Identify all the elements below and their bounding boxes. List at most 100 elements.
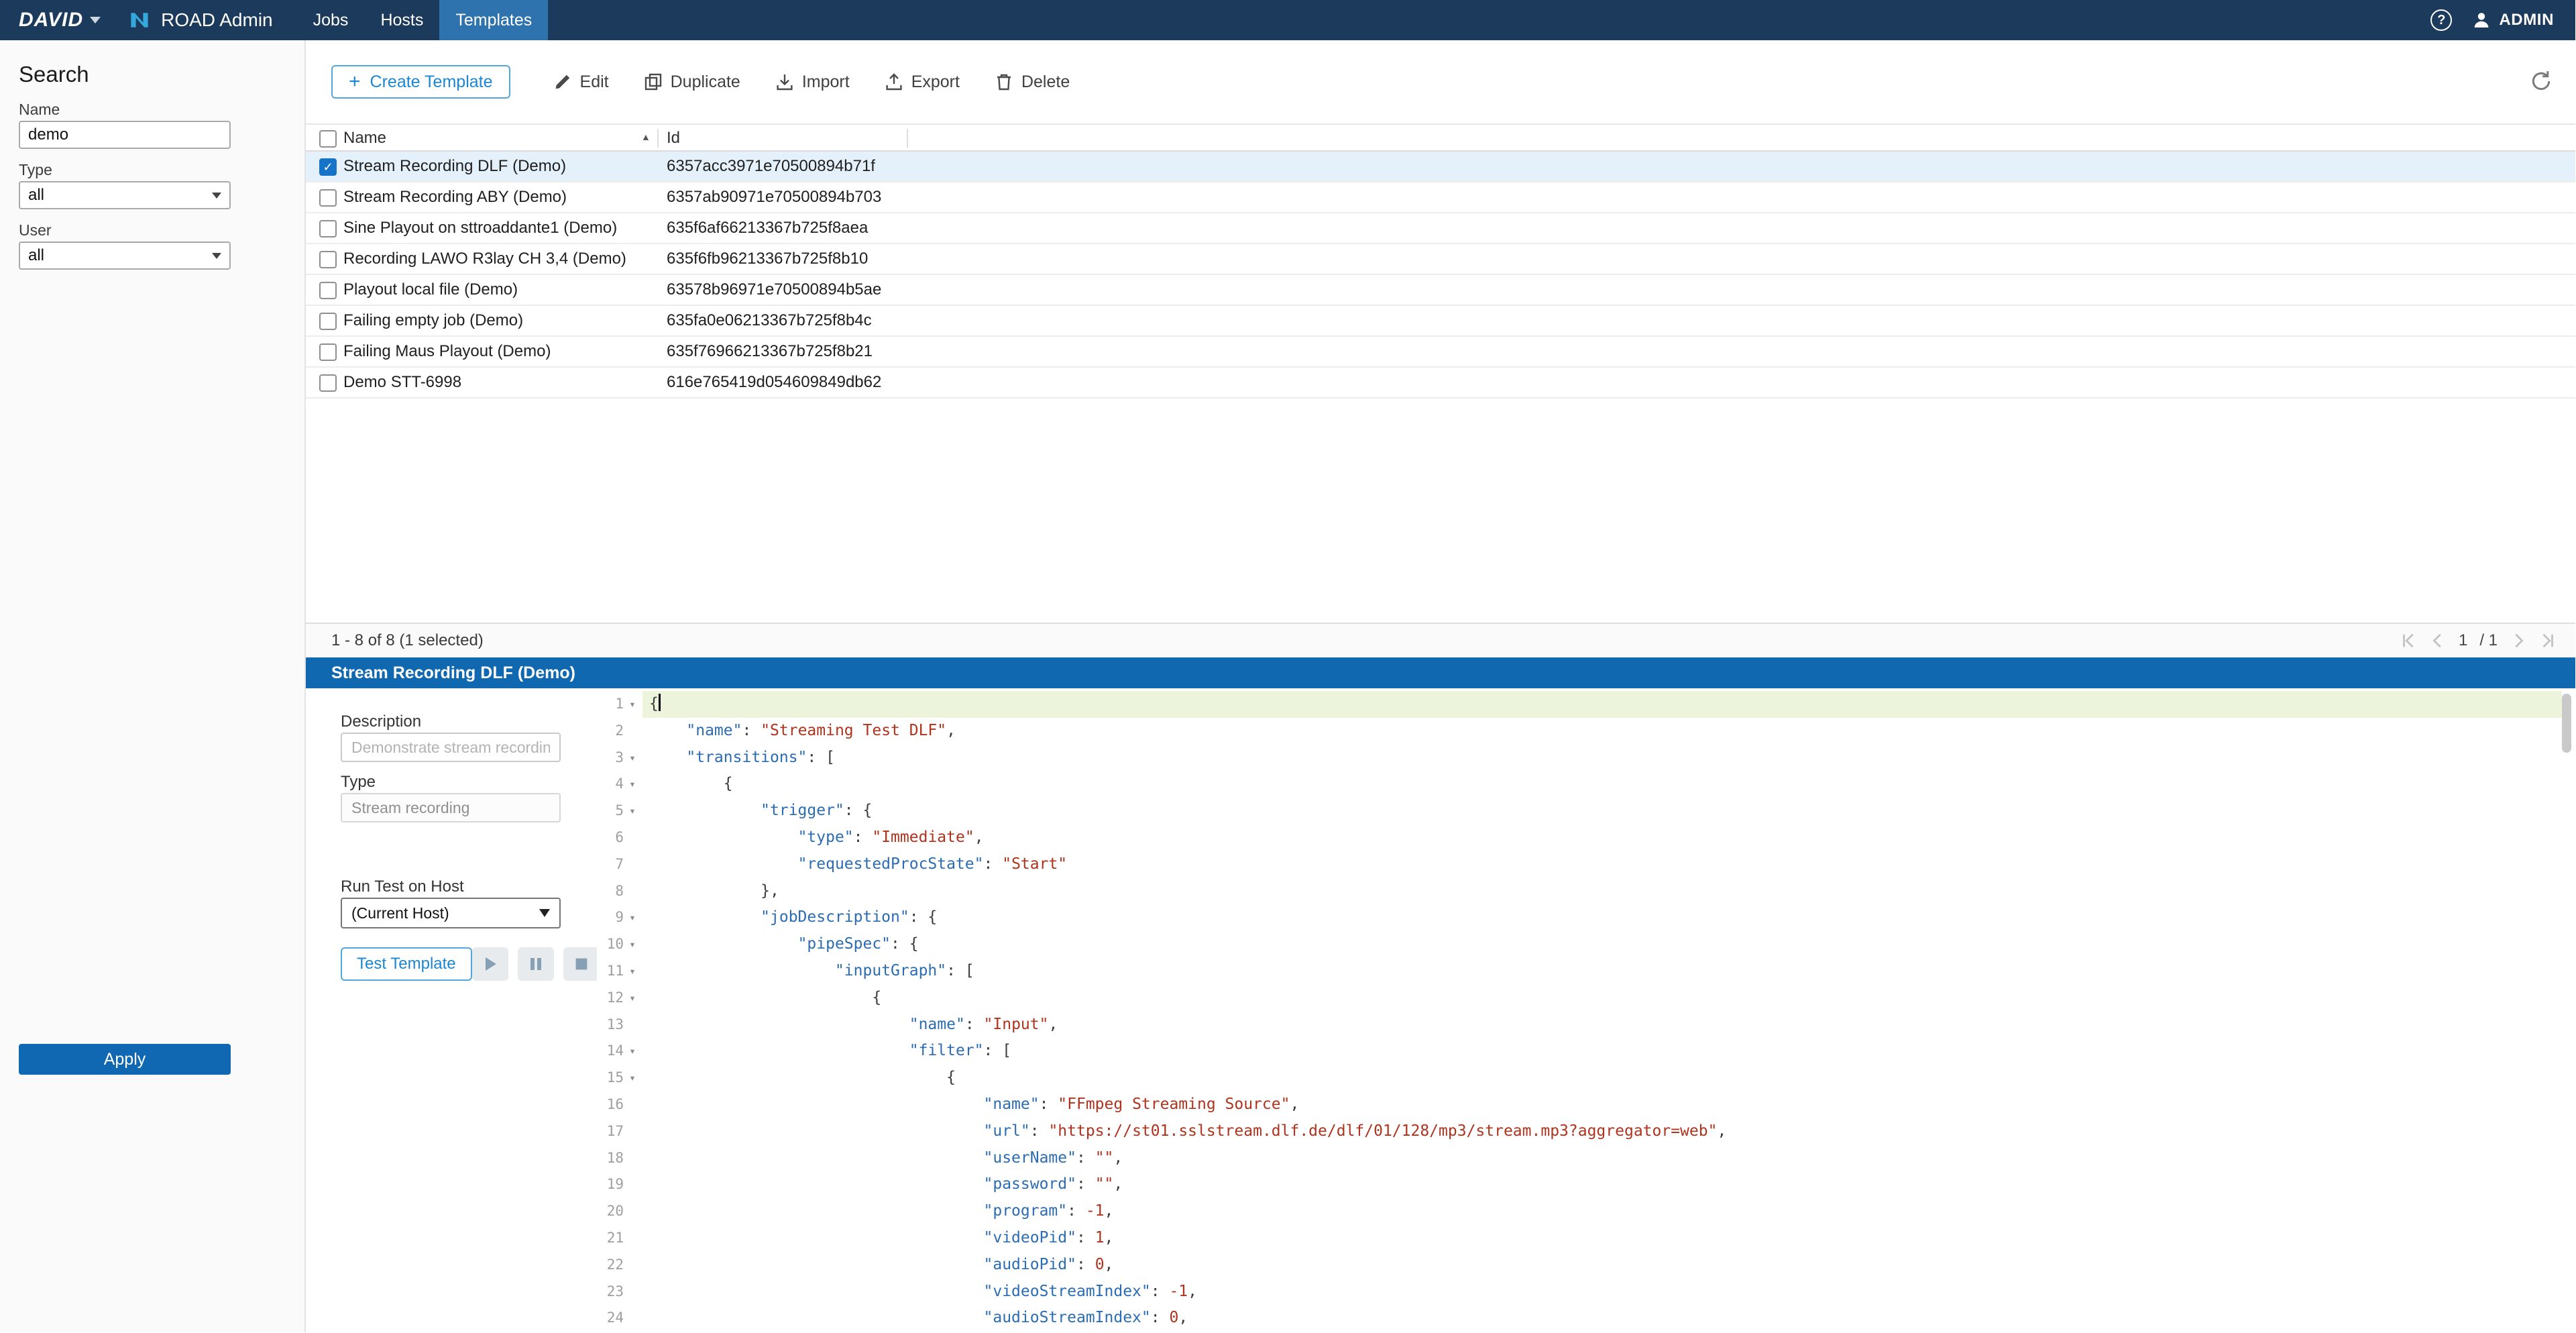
gutter-cell: 18 (597, 1145, 642, 1172)
row-checkbox[interactable] (319, 313, 337, 330)
fold-toggle-icon[interactable]: ▾ (624, 985, 641, 1012)
sort-asc-icon: ▲ (641, 131, 651, 142)
next-page-button[interactable] (2510, 632, 2527, 649)
editor-scrollbar[interactable] (2562, 694, 2571, 753)
editor-line[interactable]: 2 "name": "Streaming Test DLF", (597, 718, 2562, 745)
editor-line[interactable]: 3▾ "transitions": [ (597, 745, 2562, 771)
first-page-button[interactable] (2400, 632, 2417, 649)
editor-line[interactable]: 10▾ "pipeSpec": { (597, 931, 2562, 958)
david-logo: DAVID (19, 9, 83, 32)
json-editor[interactable]: 1▾{2 "name": "Streaming Test DLF",3▾ "tr… (597, 688, 2575, 1332)
fold-toggle-icon[interactable]: ▾ (624, 745, 641, 771)
apply-button[interactable]: Apply (19, 1044, 231, 1075)
import-button[interactable]: Import (775, 72, 850, 92)
line-number: 15 (597, 1065, 624, 1091)
editor-line[interactable]: 13 "name": "Input", (597, 1012, 2562, 1038)
row-checkbox[interactable] (319, 220, 337, 237)
fold-toggle-icon[interactable]: ▾ (624, 931, 641, 958)
column-header-id[interactable]: Id (667, 129, 680, 148)
editor-line[interactable]: 22 "audioPid": 0, (597, 1252, 2562, 1279)
row-checkbox[interactable] (319, 189, 337, 207)
fold-toggle-icon[interactable]: ▾ (624, 1065, 641, 1091)
code-text: "trigger": { (642, 798, 2562, 824)
editor-line[interactable]: 14▾ "filter": [ (597, 1038, 2562, 1065)
type-input[interactable] (341, 793, 561, 822)
type-filter-select[interactable]: all (19, 181, 231, 209)
editor-line[interactable]: 9▾ "jobDescription": { (597, 904, 2562, 931)
line-number: 10 (597, 931, 624, 958)
pause-button[interactable] (518, 947, 554, 981)
fold-toggle-icon[interactable]: ▾ (624, 798, 641, 824)
table-row[interactable]: ✓Stream Recording DLF (Demo)6357acc3971e… (306, 152, 2575, 182)
export-button[interactable]: Export (885, 72, 960, 92)
column-header-name[interactable]: Name (343, 129, 386, 148)
fold-toggle-icon[interactable]: ▾ (624, 691, 641, 718)
table-row[interactable]: Sine Playout on sttroaddante1 (Demo)635f… (306, 213, 2575, 244)
delete-button[interactable]: Delete (995, 72, 1070, 92)
code-text: { (642, 691, 2562, 718)
name-filter-input[interactable] (19, 121, 231, 149)
prev-page-button[interactable] (2429, 632, 2447, 649)
template-name: Failing empty job (Demo) (343, 311, 523, 330)
editor-line[interactable]: 16 "name": "FFmpeg Streaming Source", (597, 1091, 2562, 1118)
topbar-right: ? ADMIN (2430, 9, 2575, 31)
row-checkbox[interactable]: ✓ (319, 158, 337, 176)
fold-toggle-icon[interactable]: ▾ (624, 904, 641, 931)
nav-templates[interactable]: Templates (439, 0, 548, 40)
editor-line[interactable]: 23 "videoStreamIndex": -1, (597, 1279, 2562, 1305)
table-row[interactable]: Demo STT-6998616e765419d054609849db62 (306, 368, 2575, 398)
row-checkbox[interactable] (319, 343, 337, 361)
row-checkbox[interactable] (319, 251, 337, 268)
template-name: Recording LAWO R3lay CH 3,4 (Demo) (343, 250, 626, 268)
edit-button[interactable]: Edit (553, 72, 609, 92)
editor-line[interactable]: 12▾ { (597, 985, 2562, 1012)
refresh-icon[interactable] (2530, 70, 2553, 93)
editor-line[interactable]: 19 "password": "", (597, 1171, 2562, 1198)
duplicate-button[interactable]: Duplicate (644, 72, 740, 92)
host-select[interactable]: (Current Host) (341, 898, 561, 928)
editor-line[interactable]: 17 "url": "https://st01.sslstream.dlf.de… (597, 1118, 2562, 1145)
code-text: "inputGraph": [ (642, 958, 2562, 985)
table-row[interactable]: Failing empty job (Demo)635fa0e06213367b… (306, 306, 2575, 337)
editor-line[interactable]: 11▾ "inputGraph": [ (597, 958, 2562, 985)
type-filter-value: all (28, 186, 44, 205)
select-all-checkbox[interactable] (319, 130, 337, 148)
line-number: 9 (597, 904, 624, 931)
row-checkbox[interactable] (319, 282, 337, 299)
editor-line[interactable]: 8 }, (597, 878, 2562, 905)
fold-toggle-icon[interactable]: ▾ (624, 771, 641, 798)
line-number: 7 (597, 851, 624, 878)
table-row[interactable]: Playout local file (Demo)63578b96971e705… (306, 275, 2575, 306)
editor-line[interactable]: 20 "program": -1, (597, 1198, 2562, 1225)
nav-jobs[interactable]: Jobs (297, 0, 365, 40)
david-brand-menu[interactable]: DAVID (0, 0, 117, 40)
editor-line[interactable]: 6 "type": "Immediate", (597, 824, 2562, 851)
row-checkbox[interactable] (319, 374, 337, 392)
fold-toggle-icon[interactable]: ▾ (624, 1038, 641, 1065)
help-icon[interactable]: ? (2430, 9, 2452, 31)
description-input[interactable] (341, 733, 561, 762)
editor-line[interactable]: 15▾ { (597, 1065, 2562, 1091)
editor-line[interactable]: 7 "requestedProcState": "Start" (597, 851, 2562, 878)
last-page-button[interactable] (2539, 632, 2557, 649)
table-row[interactable]: Failing Maus Playout (Demo)635f769662133… (306, 337, 2575, 368)
stop-button[interactable] (563, 947, 600, 981)
detail-panel-header: Stream Recording DLF (Demo) (306, 657, 2575, 688)
test-template-button[interactable]: Test Template (341, 947, 472, 981)
editor-line[interactable]: 5▾ "trigger": { (597, 798, 2562, 824)
nav-hosts[interactable]: Hosts (364, 0, 439, 40)
json-editor-lines: 1▾{2 "name": "Streaming Test DLF",3▾ "tr… (597, 691, 2562, 1332)
text-cursor (659, 694, 661, 711)
play-button[interactable] (472, 947, 508, 981)
user-menu[interactable]: ADMIN (2472, 11, 2554, 30)
table-row[interactable]: Stream Recording ABY (Demo)6357ab90971e7… (306, 182, 2575, 213)
table-row[interactable]: Recording LAWO R3lay CH 3,4 (Demo)635f6f… (306, 244, 2575, 275)
editor-line[interactable]: 24 "audioStreamIndex": 0, (597, 1305, 2562, 1332)
fold-toggle-icon[interactable]: ▾ (624, 958, 641, 985)
editor-line[interactable]: 18 "userName": "", (597, 1145, 2562, 1172)
editor-line[interactable]: 4▾ { (597, 771, 2562, 798)
create-template-button[interactable]: + Create Template (331, 65, 510, 99)
editor-line[interactable]: 21 "videoPid": 1, (597, 1225, 2562, 1252)
editor-line[interactable]: 1▾{ (597, 691, 2562, 718)
user-filter-select[interactable]: all (19, 242, 231, 270)
